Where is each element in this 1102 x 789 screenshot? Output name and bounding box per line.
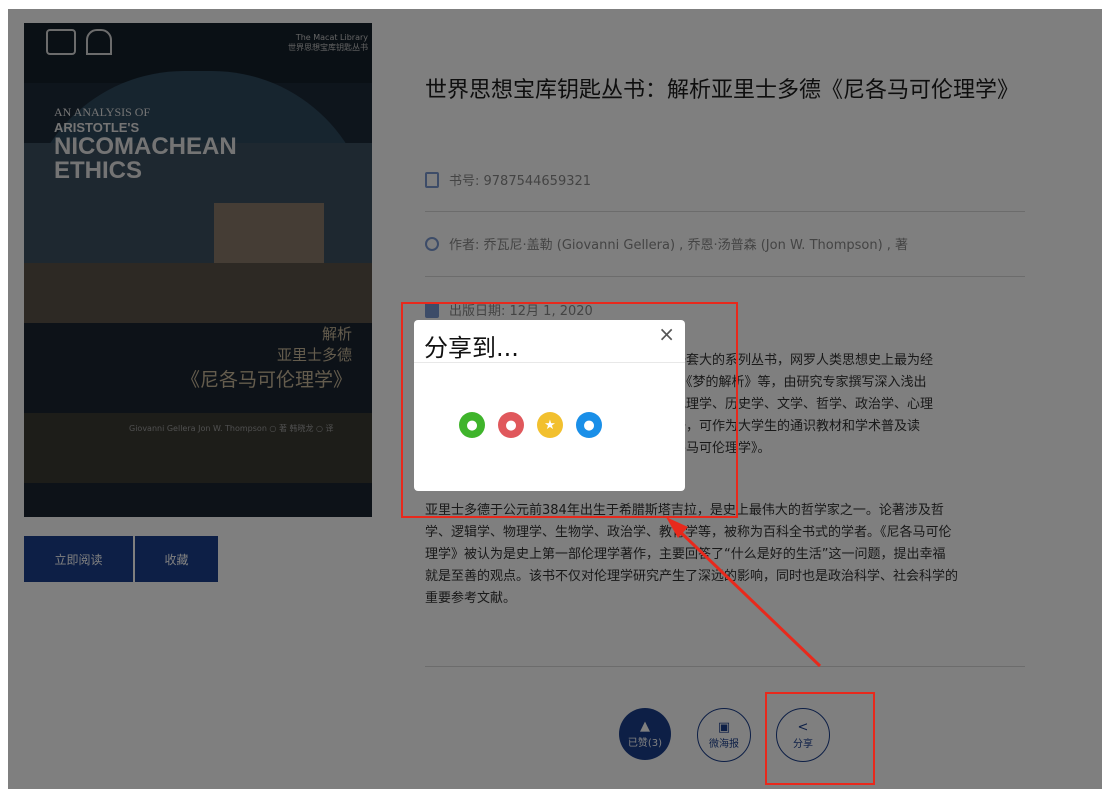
annotation-arrow <box>666 517 822 668</box>
arrow-shaft <box>670 522 822 668</box>
